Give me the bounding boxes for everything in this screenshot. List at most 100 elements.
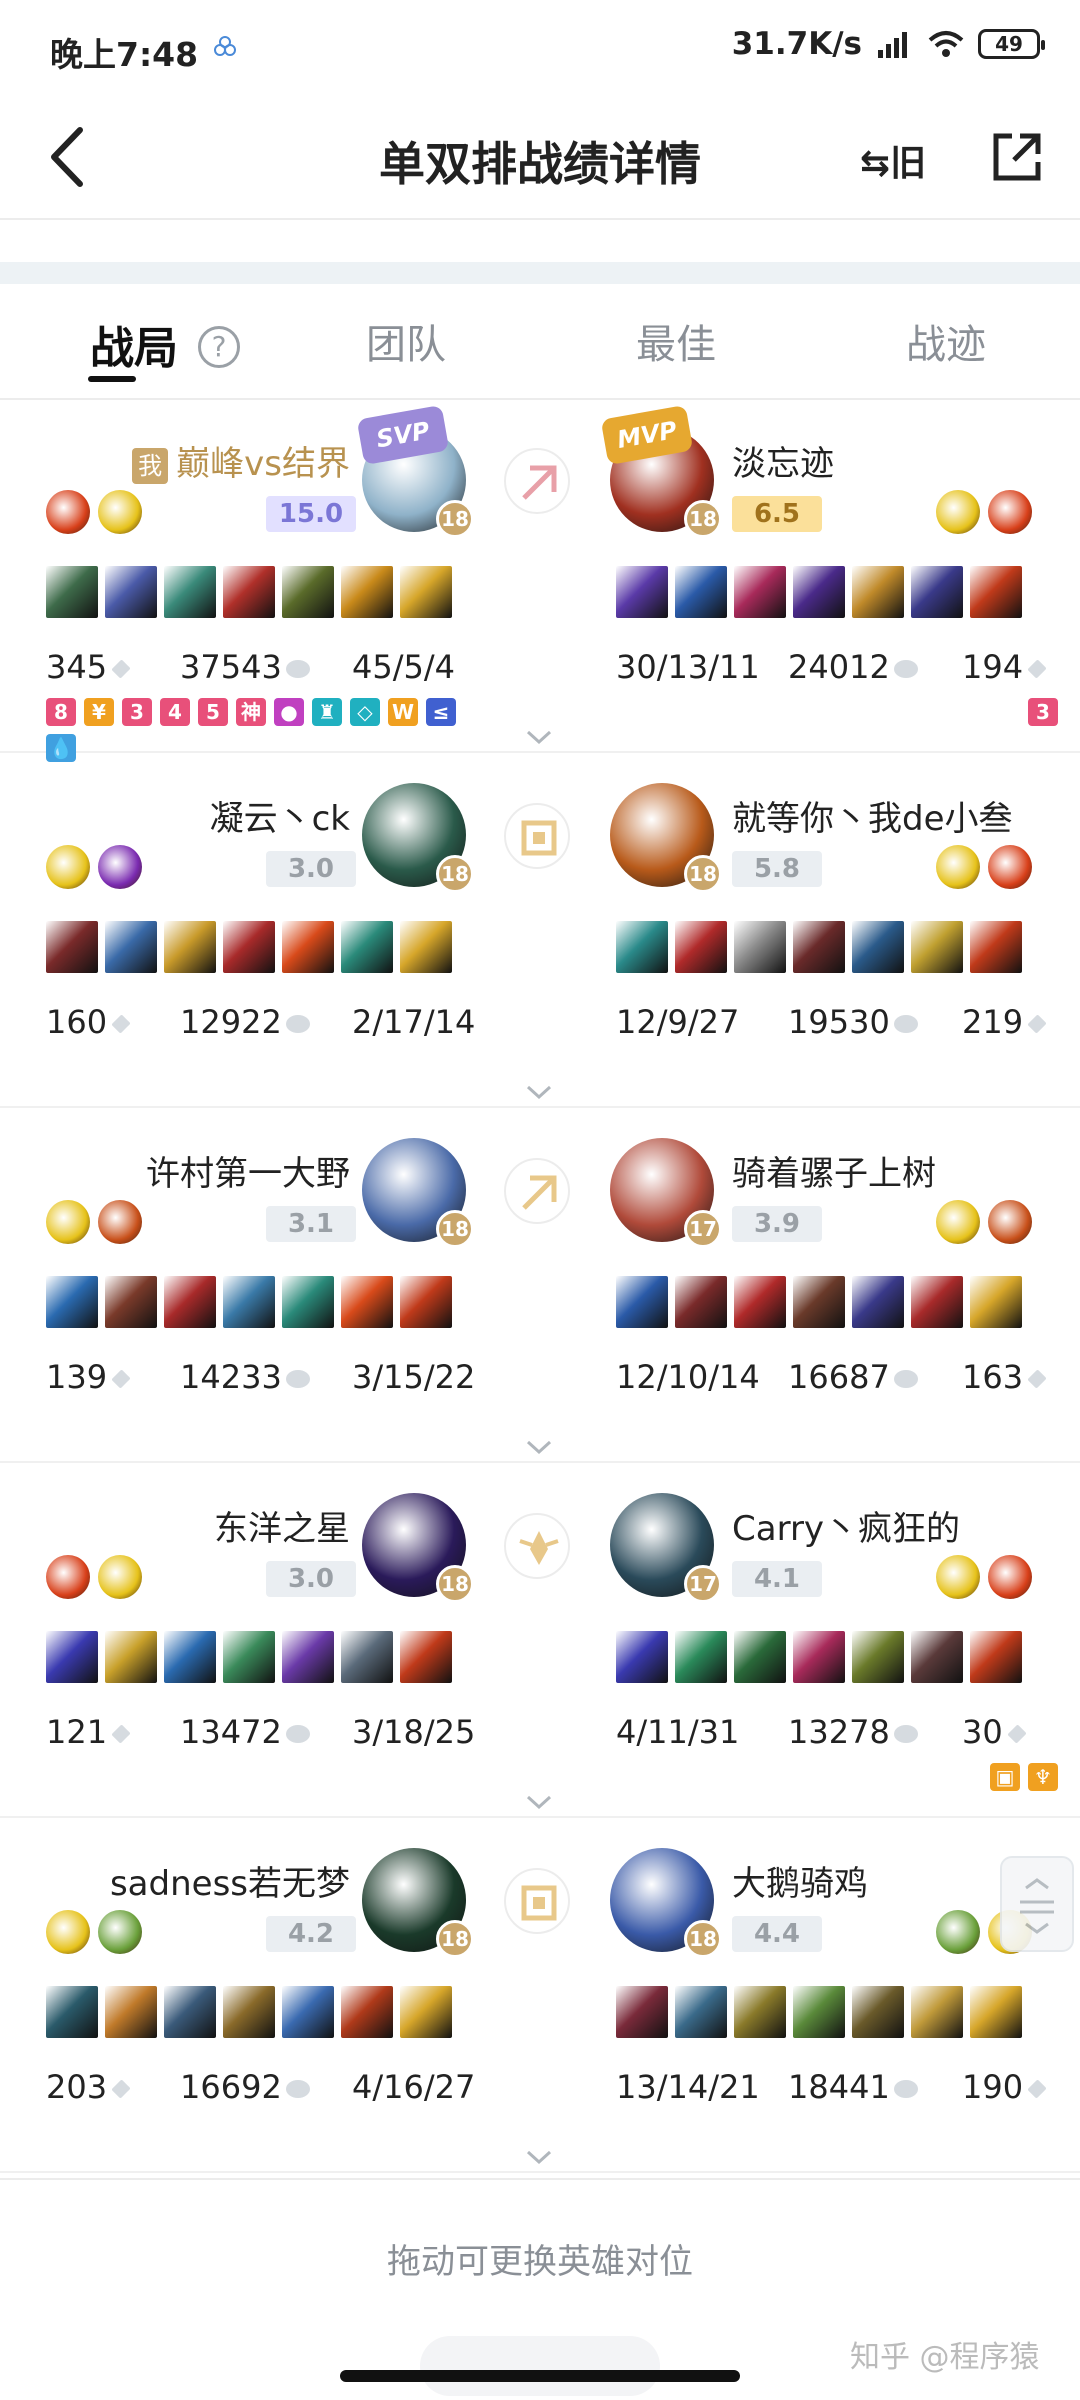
- item-icon[interactable]: [341, 566, 393, 618]
- avatar[interactable]: 18: [610, 1848, 722, 1958]
- item-icon[interactable]: [616, 566, 668, 618]
- item-icon[interactable]: [164, 1276, 216, 1328]
- item-icon[interactable]: [46, 1986, 98, 2038]
- item-icon[interactable]: [970, 1986, 1022, 2038]
- honor-badge-icon[interactable]: ●: [274, 698, 304, 726]
- item-icon[interactable]: [105, 921, 157, 973]
- item-icon[interactable]: [911, 1986, 963, 2038]
- avatar[interactable]: 17: [610, 1493, 722, 1603]
- item-icon[interactable]: [852, 566, 904, 618]
- matchup-row[interactable]: 18 凝云丶ck 3.0 160 12922 2/17/14 18 就等你丶我de小叁 5.8 1…: [0, 753, 1080, 1108]
- item-icon[interactable]: [400, 1631, 452, 1683]
- home-indicator[interactable]: [340, 2370, 740, 2382]
- share-icon[interactable]: [990, 130, 1044, 184]
- summoner-spell-icon[interactable]: [46, 490, 90, 534]
- item-icon[interactable]: [282, 1631, 334, 1683]
- switch-old-version-button[interactable]: ⇆旧: [860, 134, 926, 186]
- summoner-spell-icon[interactable]: [98, 845, 142, 889]
- player-name[interactable]: 凝云丶ck: [210, 791, 350, 840]
- item-icon[interactable]: [341, 1276, 393, 1328]
- tab-record[interactable]: 战迹: [906, 312, 986, 370]
- item-icon[interactable]: [911, 1631, 963, 1683]
- summoner-spell-icon[interactable]: [98, 1555, 142, 1599]
- item-icon[interactable]: [793, 921, 845, 973]
- player-name[interactable]: 大鹅骑鸡: [732, 1856, 868, 1905]
- item-icon[interactable]: [852, 1986, 904, 2038]
- honor-badge-icon[interactable]: ¥: [84, 698, 114, 726]
- item-icon[interactable]: [105, 1986, 157, 2038]
- summoner-spell-icon[interactable]: [98, 490, 142, 534]
- expand-chevron-icon[interactable]: [524, 1793, 554, 1811]
- item-icon[interactable]: [164, 566, 216, 618]
- item-icon[interactable]: [852, 921, 904, 973]
- item-icon[interactable]: [164, 1631, 216, 1683]
- player-name[interactable]: 许村第一大野: [146, 1146, 350, 1195]
- honor-badge-icon[interactable]: 8: [46, 698, 76, 726]
- item-icon[interactable]: [911, 921, 963, 973]
- item-icon[interactable]: [793, 566, 845, 618]
- item-icon[interactable]: [341, 921, 393, 973]
- item-icon[interactable]: [911, 1276, 963, 1328]
- item-icon[interactable]: [852, 1276, 904, 1328]
- expand-chevron-icon[interactable]: [524, 1083, 554, 1101]
- avatar[interactable]: 18: [362, 1138, 474, 1248]
- item-icon[interactable]: [616, 1986, 668, 2038]
- item-icon[interactable]: [793, 1276, 845, 1328]
- item-icon[interactable]: [616, 1631, 668, 1683]
- item-icon[interactable]: [970, 566, 1022, 618]
- honor-badge-icon[interactable]: ♜: [312, 698, 342, 726]
- avatar[interactable]: 18: [362, 783, 474, 893]
- item-icon[interactable]: [616, 1276, 668, 1328]
- tab-battle[interactable]: 战局: [90, 312, 178, 376]
- item-icon[interactable]: [675, 566, 727, 618]
- item-icon[interactable]: [105, 1276, 157, 1328]
- honor-badge-icon[interactable]: ◇: [350, 698, 380, 726]
- matchup-row[interactable]: 18 许村第一大野 3.1 139 14233 3/15/22 17 骑着骡子上树 3.9 12/…: [0, 1108, 1080, 1463]
- item-icon[interactable]: [223, 566, 275, 618]
- player-name[interactable]: 骑着骡子上树: [732, 1146, 936, 1195]
- player-name[interactable]: 东洋之星: [214, 1501, 350, 1550]
- item-icon[interactable]: [46, 566, 98, 618]
- expand-chevron-icon[interactable]: [524, 1438, 554, 1456]
- item-icon[interactable]: [734, 1276, 786, 1328]
- item-icon[interactable]: [970, 1276, 1022, 1328]
- item-icon[interactable]: [970, 921, 1022, 973]
- item-icon[interactable]: [282, 1276, 334, 1328]
- player-name[interactable]: sadness若无梦: [110, 1856, 350, 1905]
- item-icon[interactable]: [970, 1631, 1022, 1683]
- player-name[interactable]: Carry丶疯狂的: [732, 1501, 960, 1550]
- item-icon[interactable]: [105, 566, 157, 618]
- player-right[interactable]: 18 就等你丶我de小叁 5.8 12/9/27 19530 219: [580, 753, 1080, 1108]
- item-icon[interactable]: [223, 1276, 275, 1328]
- item-icon[interactable]: [734, 1986, 786, 2038]
- honor-badge-icon[interactable]: 3: [1028, 698, 1058, 726]
- matchup-row[interactable]: 18 东洋之星 3.0 121 13472 3/18/25 17 Carry丶疯狂的 4.1 4/…: [0, 1463, 1080, 1818]
- player-name[interactable]: 我巅峰vs结界: [132, 436, 350, 485]
- item-icon[interactable]: [46, 1631, 98, 1683]
- item-icon[interactable]: [734, 1631, 786, 1683]
- summoner-spell-icon[interactable]: [46, 1200, 90, 1244]
- item-icon[interactable]: [400, 566, 452, 618]
- item-icon[interactable]: [282, 1986, 334, 2038]
- item-icon[interactable]: [675, 1986, 727, 2038]
- player-left[interactable]: 18 许村第一大野 3.1 139 14233 3/15/22: [0, 1108, 500, 1463]
- player-left[interactable]: 18 SVP 我巅峰vs结界 15.0 345 37543 45/5/4 8 ¥3 4 5 神 ● ♜ ◇ W…: [0, 398, 500, 762]
- expand-chevron-icon[interactable]: [524, 728, 554, 746]
- scroll-handle-button[interactable]: [1000, 1856, 1074, 1952]
- player-right[interactable]: 17 Carry丶疯狂的 4.1 4/11/31 13278 30 ▣ ♆: [580, 1463, 1080, 1818]
- item-icon[interactable]: [46, 1276, 98, 1328]
- summoner-spell-icon[interactable]: [46, 1910, 90, 1954]
- item-icon[interactable]: [793, 1986, 845, 2038]
- player-right[interactable]: 17 骑着骡子上树 3.9 12/10/14 16687 163: [580, 1108, 1080, 1463]
- item-icon[interactable]: [282, 566, 334, 618]
- player-right[interactable]: 18 MVP 淡忘迹 6.5 30/13/11 24012 194 3: [580, 398, 1080, 753]
- honor-badge-icon[interactable]: ▣: [990, 1763, 1020, 1791]
- matchup-row[interactable]: 18 sadness若无梦 4.2 203 16692 4/16/27 18 大鹅骑鸡 4.4 1…: [0, 1818, 1080, 2173]
- help-icon[interactable]: ?: [198, 326, 240, 368]
- item-icon[interactable]: [164, 1986, 216, 2038]
- player-name[interactable]: 淡忘迹: [732, 436, 834, 485]
- item-icon[interactable]: [793, 1631, 845, 1683]
- item-icon[interactable]: [341, 1986, 393, 2038]
- item-icon[interactable]: [400, 1276, 452, 1328]
- item-icon[interactable]: [223, 1986, 275, 2038]
